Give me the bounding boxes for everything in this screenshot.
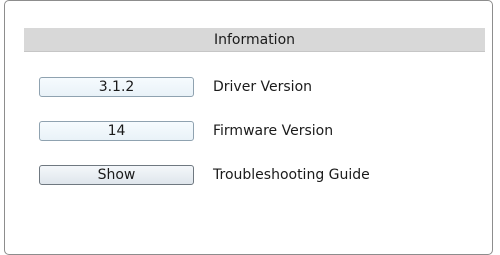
firmware-version-row: 14 Firmware Version: [39, 121, 333, 141]
section-title: Information: [213, 31, 296, 48]
section-header: Information: [24, 28, 485, 52]
firmware-version-field: 14: [39, 121, 194, 141]
show-troubleshooting-button[interactable]: Show: [39, 165, 194, 185]
troubleshooting-row: Show Troubleshooting Guide: [39, 165, 370, 185]
firmware-version-label: Firmware Version: [213, 123, 334, 139]
driver-version-field: 3.1.2: [39, 77, 194, 97]
driver-version-row: 3.1.2 Driver Version: [39, 77, 312, 97]
information-panel: Information 3.1.2 Driver Version 14 Firm…: [4, 0, 493, 255]
driver-version-label: Driver Version: [213, 79, 313, 95]
troubleshooting-guide-label: Troubleshooting Guide: [213, 167, 370, 183]
